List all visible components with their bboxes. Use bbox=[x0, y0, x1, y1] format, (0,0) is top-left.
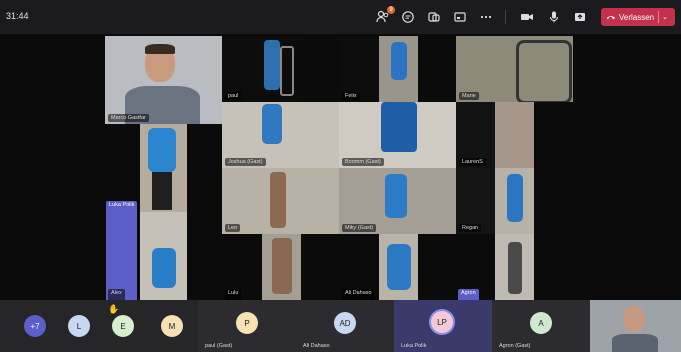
video-tile-lauren[interactable]: LaurenS bbox=[456, 102, 495, 168]
video-tile-room[interactable] bbox=[495, 102, 534, 168]
video-tile-ali[interactable] bbox=[379, 234, 418, 300]
raised-hand-icon: ✋ bbox=[108, 304, 120, 314]
person-body bbox=[270, 172, 286, 228]
leave-label: Verlassen bbox=[619, 12, 655, 22]
overflow-participants[interactable]: +7 bbox=[24, 315, 46, 337]
video-tile-agron[interactable] bbox=[495, 234, 534, 300]
participant-tile-luka[interactable]: LP Luka Polik bbox=[394, 300, 492, 352]
participants-icon[interactable]: 9 bbox=[375, 6, 395, 25]
tile-name-leo: Leo bbox=[225, 224, 241, 232]
participants-badge: 9 bbox=[387, 6, 395, 14]
meeting-toolbar: 31:44 9 Verlassen ⌄ bbox=[0, 0, 681, 34]
video-tile-lulu[interactable] bbox=[262, 234, 301, 300]
exercise-machine bbox=[516, 40, 572, 102]
video-tile-baumann[interactable]: Boomm (Gast) bbox=[339, 102, 456, 168]
camera-icon[interactable] bbox=[519, 9, 535, 25]
person-body bbox=[264, 40, 280, 90]
participant-label-luka: Luka Polik bbox=[401, 343, 427, 349]
mic-icon[interactable] bbox=[546, 9, 562, 25]
tile-name-miky: Miky (Gast) bbox=[342, 224, 377, 232]
person-body bbox=[262, 104, 282, 144]
participant-label-agron: Agron (Gast) bbox=[499, 343, 531, 349]
participant-label-ali: Ali Dahaso bbox=[303, 343, 330, 349]
person-legs bbox=[152, 172, 172, 210]
avatar-e[interactable]: E bbox=[112, 315, 134, 337]
participant-tile-agron[interactable]: A Agron (Gast) bbox=[492, 300, 590, 352]
meeting-timer: 31:44 bbox=[6, 11, 29, 21]
video-tile-leo[interactable]: Leo bbox=[222, 168, 339, 234]
tile-name-marco: Marco Gastfar bbox=[108, 114, 149, 122]
self-head bbox=[623, 306, 645, 332]
self-shirt bbox=[612, 334, 658, 352]
video-tile-miky[interactable]: Miky (Gast) bbox=[339, 168, 456, 234]
person-body bbox=[507, 174, 523, 222]
video-tile-runner2[interactable] bbox=[495, 168, 534, 234]
chat-icon[interactable] bbox=[400, 9, 416, 25]
participant-label-paul: paul (Gast) bbox=[205, 343, 233, 349]
tile-name-regan: Regan bbox=[459, 224, 482, 232]
person-body bbox=[272, 238, 292, 294]
person-body bbox=[381, 102, 417, 152]
toolbar-divider bbox=[505, 10, 506, 24]
video-tile-regan[interactable]: Regan bbox=[456, 168, 495, 234]
tile-name-baumann: Boomm (Gast) bbox=[342, 158, 384, 166]
person-body bbox=[387, 244, 411, 290]
self-view[interactable] bbox=[590, 300, 681, 352]
video-tile-marco[interactable]: Marco Gastfar bbox=[105, 36, 222, 124]
avatar-m[interactable]: M bbox=[161, 315, 183, 337]
more-icon[interactable] bbox=[478, 9, 494, 25]
video-tile-alex[interactable] bbox=[140, 212, 187, 300]
tile-name-paul: paul bbox=[225, 92, 242, 100]
tile-name-lauren: LaurenS bbox=[459, 158, 486, 166]
person-hair bbox=[145, 44, 175, 54]
share-screen-icon[interactable] bbox=[572, 9, 588, 25]
tile-name-joshua: Joshua (Gast) bbox=[225, 158, 266, 166]
person-body bbox=[385, 174, 407, 218]
avatar-l[interactable]: L bbox=[68, 315, 90, 337]
person-body bbox=[152, 248, 176, 288]
share-icon[interactable] bbox=[452, 9, 468, 25]
avatar-p: P bbox=[236, 312, 258, 334]
avatar-a: A bbox=[530, 312, 552, 334]
video-tile-luka[interactable] bbox=[140, 124, 187, 212]
participant-tile-ali[interactable]: AD Ali Dahaso bbox=[296, 300, 394, 352]
leave-button[interactable]: Verlassen ⌄ bbox=[601, 8, 675, 26]
person-body bbox=[148, 128, 176, 172]
participant-tile-paul[interactable]: P paul (Gast) bbox=[198, 300, 296, 352]
avatar-lp: LP bbox=[431, 311, 453, 333]
tile-name-marie: Marie bbox=[459, 92, 479, 100]
video-tile-joshua[interactable]: Joshua (Gast) bbox=[222, 102, 339, 168]
video-tile-paul[interactable]: paul bbox=[222, 36, 300, 102]
exercise-bike bbox=[280, 46, 294, 96]
reactions-icon[interactable] bbox=[426, 9, 442, 25]
avatar-ad: AD bbox=[334, 312, 356, 334]
tile-name-felix: Felix bbox=[342, 92, 360, 100]
chevron-down-icon[interactable]: ⌄ bbox=[658, 11, 671, 23]
phone-hangup-icon bbox=[606, 12, 616, 24]
video-tile-felix[interactable]: Felix bbox=[339, 36, 379, 102]
video-tile-marie[interactable]: Marie bbox=[456, 36, 573, 102]
person-body bbox=[391, 42, 407, 80]
person-body bbox=[508, 242, 522, 294]
video-tile-runner[interactable] bbox=[379, 36, 418, 102]
